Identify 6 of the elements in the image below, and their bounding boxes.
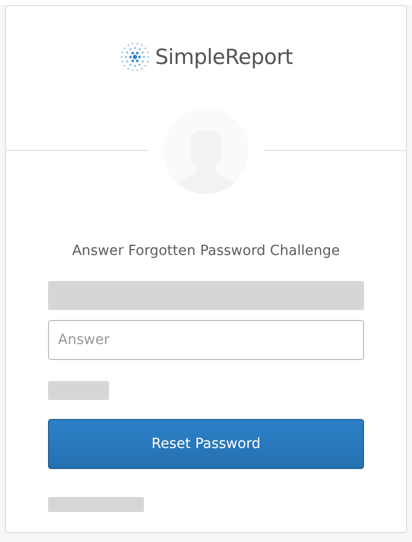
form-title: Answer Forgotten Password Challenge — [71, 243, 341, 259]
logo-icon — [119, 41, 152, 73]
loading-bar — [48, 381, 109, 400]
logo-text: SimpleReport — [155, 45, 293, 69]
answer-field[interactable]: Answer — [48, 320, 364, 360]
reset-password-button[interactable]: Reset Password — [48, 419, 364, 469]
